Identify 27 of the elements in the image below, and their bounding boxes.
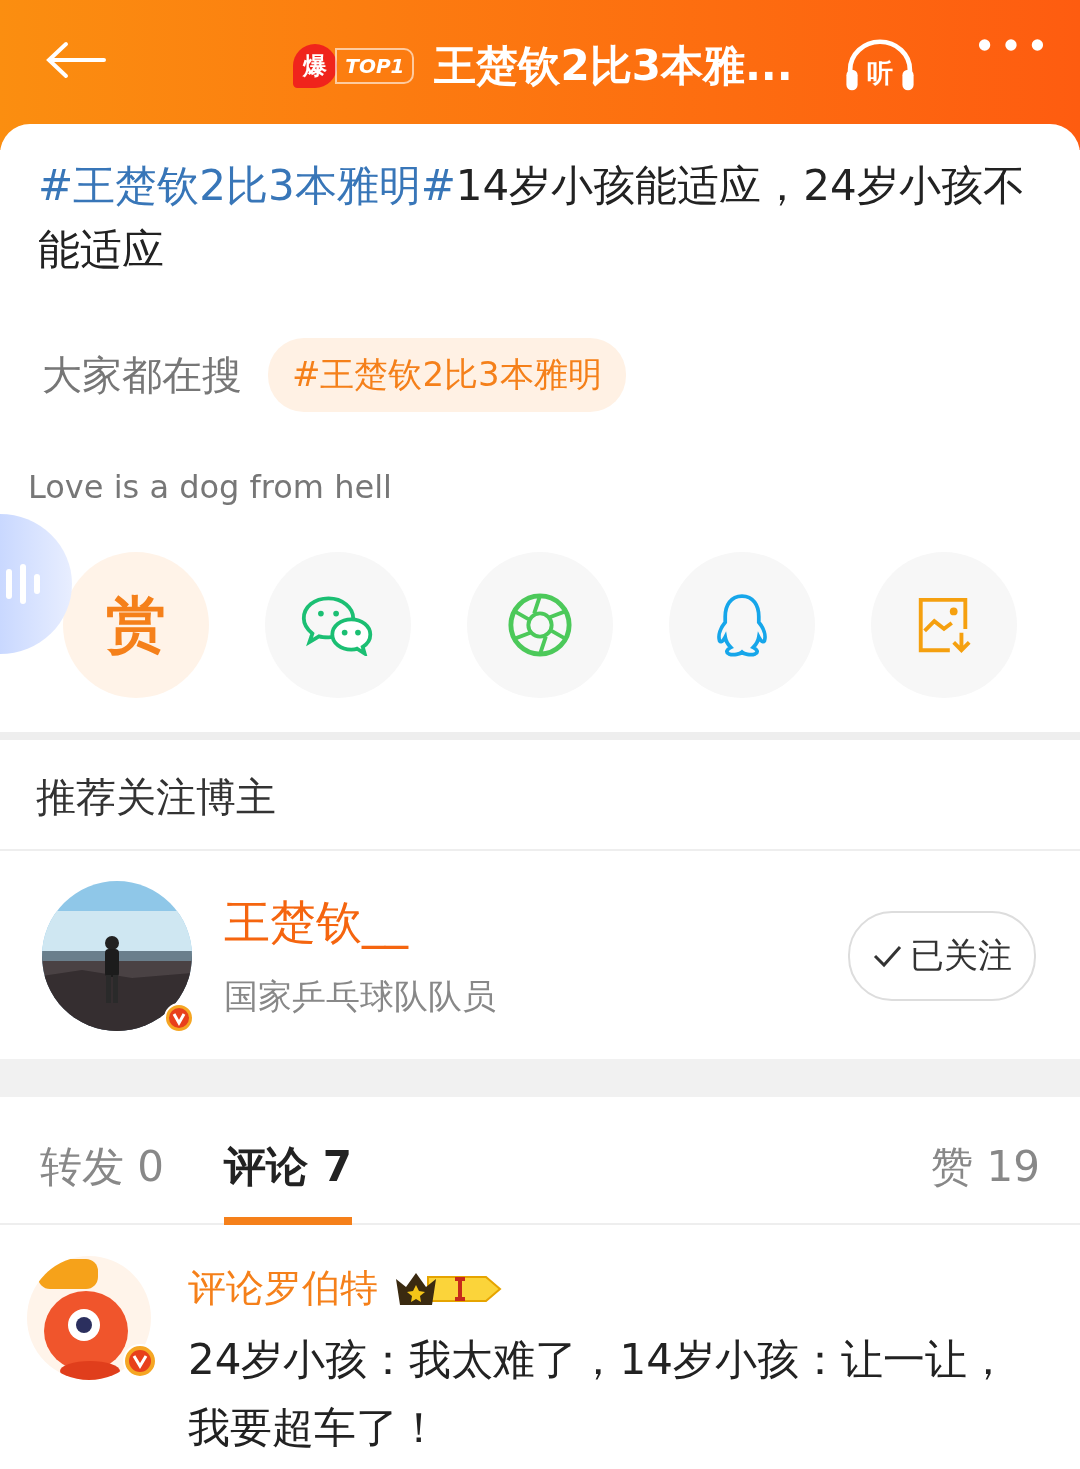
user-bio: 国家乒乓球队队员 <box>224 975 497 1018</box>
listen-button[interactable]: 听 <box>842 38 918 94</box>
rank-badge: TOP1 <box>335 48 415 84</box>
user-name[interactable]: 王楚钦__ <box>224 892 848 954</box>
hot-badge: 爆 <box>293 44 338 88</box>
check-icon <box>872 944 902 968</box>
tab[interactable]: 转发 0 <box>40 1139 165 1225</box>
section-title: 推荐关注博主 <box>0 740 1080 851</box>
reward-button[interactable]: 赏 <box>63 552 209 698</box>
page-title: 王楚钦2比3本雅... <box>434 40 793 92</box>
verified-icon <box>122 1343 158 1379</box>
more-icon[interactable] <box>978 38 1044 52</box>
penguin-icon <box>714 592 770 658</box>
comment-text: 24岁小孩：我太难了，14岁小孩：让一让，我要超车了！ <box>188 1334 1010 1454</box>
verified-icon <box>164 1003 194 1033</box>
voice-assistant-icon[interactable] <box>0 514 74 654</box>
hashtag-link[interactable]: #王楚钦2比3本雅明# <box>38 161 456 210</box>
tab[interactable]: 评论 7 <box>224 1139 352 1225</box>
search-label: 大家都在搜 <box>42 350 242 400</box>
hashtag-chip[interactable]: #王楚钦2比3本雅明 <box>268 338 626 412</box>
like-count[interactable]: 赞 19 <box>931 1139 1040 1195</box>
back-icon[interactable] <box>44 40 108 80</box>
post-text: #王楚钦2比3本雅明#14岁小孩能适应，24岁小孩不能适应 <box>38 160 1026 276</box>
comment-user-name[interactable]: 评论罗伯特 <box>188 1263 378 1314</box>
aperture-icon <box>507 592 573 658</box>
tooltip-text: Love is a dog from hell <box>28 468 392 506</box>
follow-button[interactable]: 已关注 <box>848 911 1036 1001</box>
